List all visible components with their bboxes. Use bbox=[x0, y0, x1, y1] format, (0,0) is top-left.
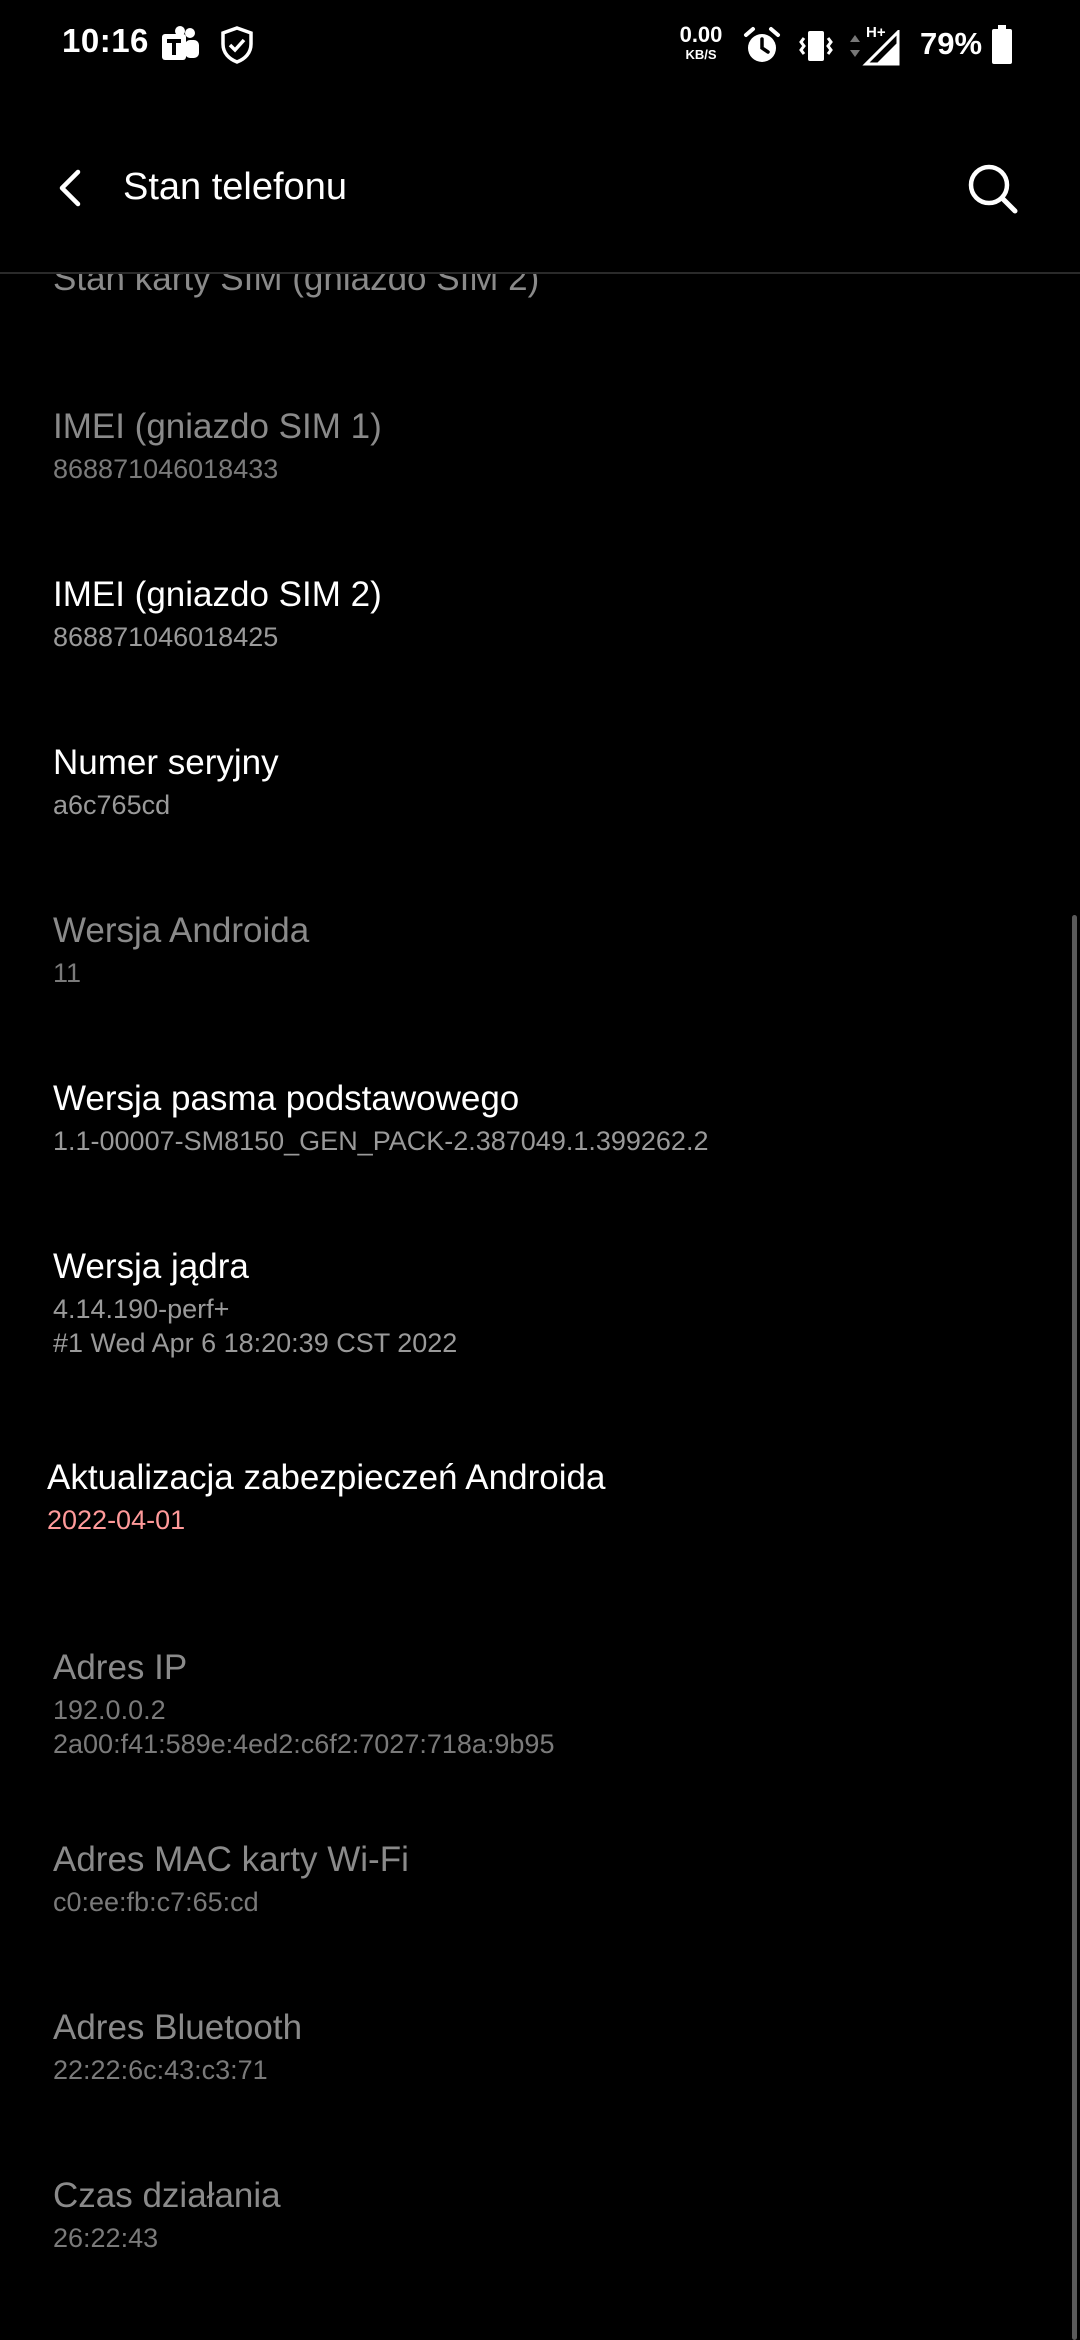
list-item-title: Adres Bluetooth bbox=[53, 2008, 303, 2047]
list-item-uptime[interactable]: Czas działania 26:22:43 bbox=[53, 2175, 1043, 2255]
list-item-title: Wersja pasma podstawowego bbox=[53, 1079, 520, 1118]
list-item-value-secondary: 2a00:f41:589e:4ed2:c6f2:7027:718a:9b95 bbox=[53, 1729, 555, 1759]
page-title: Stan telefonu bbox=[123, 166, 347, 208]
list-item-wifi-mac[interactable]: Adres MAC karty Wi-Fi c0:ee:fb:c7:65:cd bbox=[53, 1839, 1043, 1919]
list-item-value: 868871046018433 bbox=[53, 454, 279, 484]
list-item-title: Wersja jądra bbox=[53, 1247, 249, 1286]
list-item-value: 1.1-00007-SM8150_GEN_PACK-2.387049.1.399… bbox=[53, 1126, 709, 1156]
settings-list[interactable]: Stan karty SIM (gniazdo SIM 2) IMEI (gni… bbox=[0, 274, 1080, 2340]
shield-check-icon bbox=[220, 26, 254, 69]
alarm-icon bbox=[742, 26, 782, 71]
list-item-title: Wersja Androida bbox=[53, 911, 310, 950]
list-item-value: 2022-04-01 bbox=[47, 1505, 186, 1535]
net-speed-unit: KB/S bbox=[685, 47, 717, 62]
list-item-value-secondary: #1 Wed Apr 6 18:20:39 CST 2022 bbox=[53, 1328, 458, 1358]
battery-percent: 79% bbox=[920, 26, 983, 61]
status-time: 10:16 bbox=[62, 22, 149, 59]
list-item-title: Czas działania bbox=[53, 2176, 281, 2215]
list-item-imei-sim1[interactable]: IMEI (gniazdo SIM 1) 868871046018433 bbox=[53, 406, 1043, 486]
list-item-value: 26:22:43 bbox=[53, 2223, 159, 2253]
list-item-value: 192.0.0.2 bbox=[53, 1695, 166, 1725]
net-speed: 0.00 KB/S bbox=[678, 22, 724, 62]
list-item-kernel-version[interactable]: Wersja jądra 4.14.190-perf+ #1 Wed Apr 6… bbox=[53, 1246, 1043, 1360]
list-item-title: Stan karty SIM (gniazdo SIM 2) bbox=[53, 274, 540, 298]
list-item-security-patch[interactable]: Aktualizacja zabezpieczeń Androida 2022-… bbox=[47, 1457, 1037, 1537]
vibrate-icon bbox=[796, 26, 836, 71]
list-item-value: 4.14.190-perf+ bbox=[53, 1294, 230, 1324]
back-button[interactable] bbox=[42, 160, 98, 216]
list-item-value: 22:22:6c:43:c3:71 bbox=[53, 2055, 268, 2085]
scrollbar[interactable] bbox=[1072, 915, 1077, 2340]
list-item-title: Aktualizacja zabezpieczeń Androida bbox=[47, 1458, 606, 1497]
list-item-title: IMEI (gniazdo SIM 1) bbox=[53, 407, 382, 446]
search-button[interactable] bbox=[960, 156, 1026, 222]
data-arrows-icon bbox=[848, 34, 862, 63]
teams-icon bbox=[160, 24, 202, 71]
list-item-title: Adres MAC karty Wi-Fi bbox=[53, 1840, 409, 1879]
list-item-sim2-status[interactable]: Stan karty SIM (gniazdo SIM 2) bbox=[53, 274, 1043, 300]
signal-icon bbox=[862, 28, 902, 71]
list-item-ip-address[interactable]: Adres IP 192.0.0.2 2a00:f41:589e:4ed2:c6… bbox=[53, 1647, 1043, 1761]
app-bar: Stan telefonu bbox=[0, 130, 1080, 244]
battery-icon bbox=[990, 24, 1014, 71]
list-item-bluetooth-address[interactable]: Adres Bluetooth 22:22:6c:43:c3:71 bbox=[53, 2007, 1043, 2087]
list-item-value: a6c765cd bbox=[53, 790, 171, 820]
list-item-android-version[interactable]: Wersja Androida 11 bbox=[53, 910, 1043, 990]
net-speed-value: 0.00 bbox=[679, 22, 723, 47]
list-item-title: Numer seryjny bbox=[53, 743, 279, 782]
list-item-value: 11 bbox=[53, 958, 82, 988]
list-item-title: IMEI (gniazdo SIM 2) bbox=[53, 575, 382, 614]
list-item-value: c0:ee:fb:c7:65:cd bbox=[53, 1887, 259, 1917]
list-item-title: Adres IP bbox=[53, 1648, 188, 1687]
list-item-value: 868871046018425 bbox=[53, 622, 279, 652]
search-icon bbox=[968, 164, 1018, 214]
list-item-baseband-version[interactable]: Wersja pasma podstawowego 1.1-00007-SM81… bbox=[53, 1078, 1043, 1158]
status-bar: 10:16 0.00 KB/S H+ 79% bbox=[0, 0, 1080, 90]
list-item-serial-number[interactable]: Numer seryjny a6c765cd bbox=[53, 742, 1043, 822]
chevron-left-icon bbox=[59, 169, 81, 207]
list-item-imei-sim2[interactable]: IMEI (gniazdo SIM 2) 868871046018425 bbox=[53, 574, 1043, 654]
